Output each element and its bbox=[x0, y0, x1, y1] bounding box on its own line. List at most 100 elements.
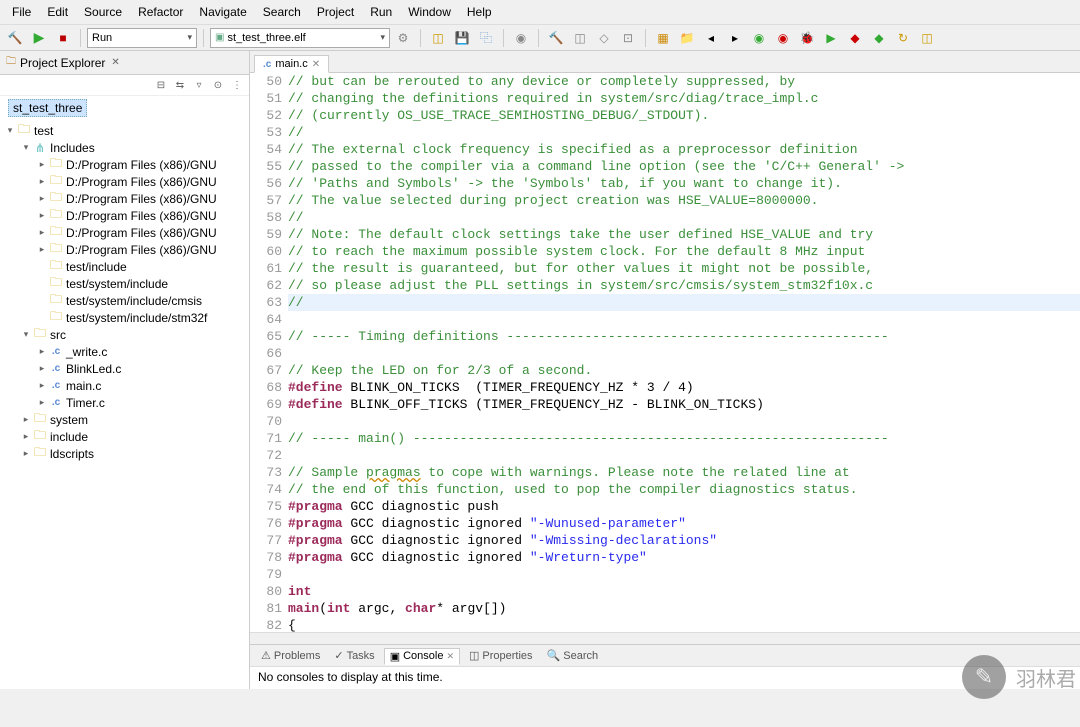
code-line[interactable]: // (currently OS_USE_TRACE_SEMIHOSTING_D… bbox=[288, 107, 1080, 124]
code-line[interactable]: // Keep the LED on for 2/3 of a second. bbox=[288, 362, 1080, 379]
code-area[interactable]: // but can be rerouted to any device or … bbox=[288, 73, 1080, 632]
save-icon[interactable]: 💾 bbox=[451, 27, 473, 49]
external-tools-icon[interactable]: ◆ bbox=[844, 27, 866, 49]
tree-item[interactable]: ▸🗀D:/Program Files (x86)/GNU bbox=[0, 173, 249, 190]
twisty-icon[interactable]: ▾ bbox=[20, 142, 32, 153]
twisty-icon[interactable]: ▸ bbox=[36, 227, 48, 238]
focus-icon[interactable]: ⊙ bbox=[210, 77, 226, 93]
code-line[interactable]: // ----- Timing definitions ------------… bbox=[288, 328, 1080, 345]
menu-search[interactable]: Search bbox=[257, 3, 307, 21]
link-editor-icon[interactable]: ⇆ bbox=[172, 77, 188, 93]
code-line[interactable]: main(int argc, char* argv[]) bbox=[288, 600, 1080, 617]
twisty-icon[interactable]: ▾ bbox=[4, 125, 16, 136]
view-menu-icon[interactable]: ⋮ bbox=[229, 77, 245, 93]
build-icon[interactable]: 🔨 bbox=[4, 27, 26, 49]
refresh-icon[interactable]: ↻ bbox=[892, 27, 914, 49]
tree-item[interactable]: ▸🗀D:/Program Files (x86)/GNU bbox=[0, 241, 249, 258]
folder-nav-icon[interactable]: 📁 bbox=[676, 27, 698, 49]
code-line[interactable]: int bbox=[288, 583, 1080, 600]
code-line[interactable]: // passed to the compiler via a command … bbox=[288, 158, 1080, 175]
tree-item[interactable]: ▸🗀D:/Program Files (x86)/GNU bbox=[0, 190, 249, 207]
tree-item[interactable]: ▸🗀ldscripts bbox=[0, 445, 249, 462]
debug-icon[interactable]: 🐞 bbox=[796, 27, 818, 49]
new-icon[interactable]: ◫ bbox=[427, 27, 449, 49]
menu-run[interactable]: Run bbox=[364, 3, 398, 21]
menu-window[interactable]: Window bbox=[402, 3, 457, 21]
menu-project[interactable]: Project bbox=[311, 3, 360, 21]
editor-tab-main-c[interactable]: .c main.c ✕ bbox=[254, 55, 329, 73]
code-line[interactable]: // The external clock frequency is speci… bbox=[288, 141, 1080, 158]
code-line[interactable]: // Note: The default clock settings take… bbox=[288, 226, 1080, 243]
twisty-icon[interactable]: ▸ bbox=[36, 176, 48, 187]
bottom-tab-console[interactable]: ▣Console✕ bbox=[384, 648, 460, 665]
bottom-tab-problems[interactable]: ⚠Problems bbox=[256, 648, 325, 663]
tree-item[interactable]: 🗀test/include bbox=[0, 258, 249, 275]
twisty-icon[interactable]: ▸ bbox=[36, 159, 48, 170]
run-mode-combo[interactable]: Run ▾ bbox=[87, 28, 197, 48]
code-editor[interactable]: 5051525354555657585960616263646566676869… bbox=[250, 73, 1080, 632]
stop-icon[interactable]: ■ bbox=[52, 27, 74, 49]
code-line[interactable] bbox=[288, 447, 1080, 464]
twisty-icon[interactable]: ▸ bbox=[36, 397, 48, 408]
nav-back-icon[interactable]: ◂ bbox=[700, 27, 722, 49]
code-line[interactable]: // Sample pragmas to cope with warnings.… bbox=[288, 464, 1080, 481]
tree-item[interactable]: 🗀test/system/include/cmsis bbox=[0, 292, 249, 309]
open-element-icon[interactable]: ⊡ bbox=[617, 27, 639, 49]
menu-edit[interactable]: Edit bbox=[41, 3, 74, 21]
bottom-tab-tasks[interactable]: ✓Tasks bbox=[329, 648, 379, 663]
project-tree[interactable]: ▾🗀test▾⋔Includes▸🗀D:/Program Files (x86)… bbox=[0, 120, 249, 689]
twisty-icon[interactable]: ▸ bbox=[20, 431, 32, 442]
collapse-all-icon[interactable]: ⊟ bbox=[153, 77, 169, 93]
launch-config-combo[interactable]: ▣ st_test_three.elf ▾ bbox=[210, 28, 390, 48]
tree-item[interactable]: ▸.c_write.c bbox=[0, 343, 249, 360]
twisty-icon[interactable]: ▸ bbox=[36, 380, 48, 391]
code-line[interactable]: // but can be rerouted to any device or … bbox=[288, 73, 1080, 90]
tree-item[interactable]: ▸🗀D:/Program Files (x86)/GNU bbox=[0, 156, 249, 173]
horizontal-scrollbar[interactable] bbox=[250, 632, 1080, 644]
twisty-icon[interactable]: ▸ bbox=[36, 346, 48, 357]
twisty-icon[interactable]: ▸ bbox=[20, 414, 32, 425]
code-line[interactable]: #pragma GCC diagnostic push bbox=[288, 498, 1080, 515]
filter-icon[interactable]: ▿ bbox=[191, 77, 207, 93]
close-icon[interactable]: ✕ bbox=[446, 651, 454, 662]
profile-icon[interactable]: ◉ bbox=[748, 27, 770, 49]
code-line[interactable] bbox=[288, 413, 1080, 430]
twisty-icon[interactable]: ▸ bbox=[36, 210, 48, 221]
gear-icon[interactable]: ⚙ bbox=[392, 27, 414, 49]
launch-group-icon[interactable]: ◆ bbox=[868, 27, 890, 49]
code-line[interactable]: // the result is guaranteed, but for oth… bbox=[288, 260, 1080, 277]
tree-item[interactable]: ▸🗀D:/Program Files (x86)/GNU bbox=[0, 224, 249, 241]
code-line[interactable]: // so please adjust the PLL settings in … bbox=[288, 277, 1080, 294]
code-line[interactable]: // ----- main() ------------------------… bbox=[288, 430, 1080, 447]
project-selector[interactable]: st_test_three bbox=[8, 99, 87, 117]
menu-source[interactable]: Source bbox=[78, 3, 128, 21]
close-icon[interactable]: ✕ bbox=[111, 57, 119, 68]
bottom-tab-properties[interactable]: ◫Properties bbox=[464, 648, 538, 663]
code-line[interactable]: // 'Paths and Symbols' -> the 'Symbols' … bbox=[288, 175, 1080, 192]
code-line[interactable]: // The value selected during project cre… bbox=[288, 192, 1080, 209]
save-all-icon[interactable]: ⿻ bbox=[475, 27, 497, 49]
code-line[interactable] bbox=[288, 566, 1080, 583]
tree-item[interactable]: 🗀test/system/include bbox=[0, 275, 249, 292]
code-line[interactable]: // the end of this function, used to pop… bbox=[288, 481, 1080, 498]
tree-item[interactable]: ▾🗀src bbox=[0, 326, 249, 343]
twisty-icon[interactable]: ▸ bbox=[36, 193, 48, 204]
stop-all-icon[interactable]: ◫ bbox=[916, 27, 938, 49]
toolbox-icon[interactable]: ◫ bbox=[569, 27, 591, 49]
code-line[interactable]: // bbox=[288, 294, 1080, 311]
twisty-icon[interactable]: ▸ bbox=[36, 244, 48, 255]
code-line[interactable]: #define BLINK_OFF_TICKS (TIMER_FREQUENCY… bbox=[288, 396, 1080, 413]
tree-item[interactable]: ▸.cmain.c bbox=[0, 377, 249, 394]
tree-item[interactable]: ▸🗀D:/Program Files (x86)/GNU bbox=[0, 207, 249, 224]
twisty-icon[interactable]: ▸ bbox=[36, 363, 48, 374]
menu-help[interactable]: Help bbox=[461, 3, 498, 21]
twisty-icon[interactable]: ▾ bbox=[20, 329, 32, 340]
menu-navigate[interactable]: Navigate bbox=[193, 3, 252, 21]
menu-file[interactable]: File bbox=[6, 3, 37, 21]
coverage-icon[interactable]: ◉ bbox=[772, 27, 794, 49]
code-line[interactable]: // changing the definitions required in … bbox=[288, 90, 1080, 107]
code-line[interactable]: // bbox=[288, 124, 1080, 141]
close-icon[interactable]: ✕ bbox=[312, 59, 320, 70]
code-line[interactable] bbox=[288, 345, 1080, 362]
run-icon[interactable]: ▶ bbox=[28, 27, 50, 49]
